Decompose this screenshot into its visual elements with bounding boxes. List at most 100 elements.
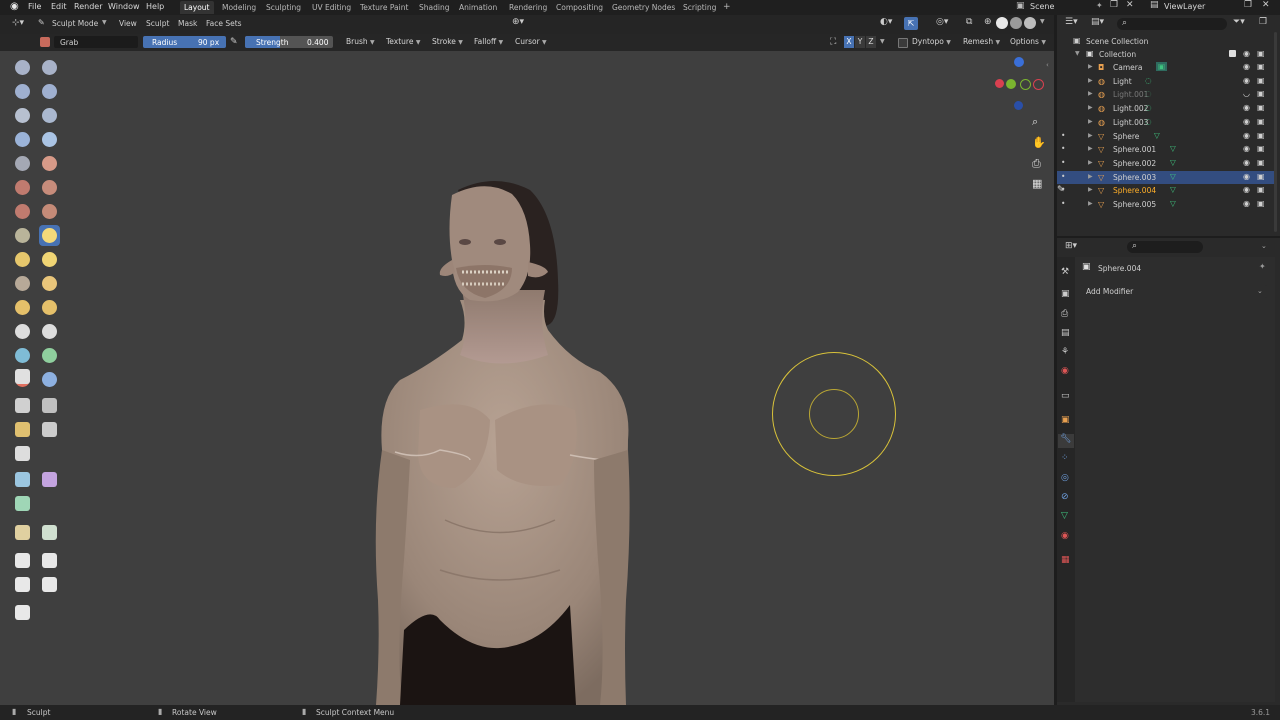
menu-edit[interactable]: Edit (51, 2, 67, 11)
menu-file[interactable]: File (28, 2, 41, 11)
scene-tab-icon[interactable]: ⚘ (1061, 347, 1069, 357)
visibility-eye-icon[interactable]: ◉ (1243, 185, 1250, 194)
blender-logo-icon[interactable]: ◉ (10, 1, 19, 12)
visibility-eye-icon[interactable]: ◉ (1243, 76, 1250, 85)
data-tab-icon[interactable]: ▽ (1061, 511, 1068, 521)
tool-rotate-icon[interactable] (39, 297, 60, 318)
tool-layer-icon[interactable] (39, 105, 60, 126)
3d-viewport[interactable]: ⌕ ✋ ⎙ ▦ ‹ (0, 51, 1054, 705)
render-tab-icon[interactable]: ▣ (1061, 289, 1070, 299)
rotate-icon[interactable] (39, 550, 60, 571)
expand-arrow-icon[interactable]: ▶ (1088, 90, 1093, 97)
pin-icon[interactable]: ✦ (1096, 1, 1103, 10)
remesh-dropdown[interactable]: Remesh ▼ (963, 37, 1000, 46)
transform-box-icon[interactable] (39, 574, 60, 595)
outliner-collection[interactable]: ▼ ▣ Collection ◉ ▣ (1057, 48, 1274, 61)
visibility-eye-icon[interactable]: ◡ (1243, 89, 1250, 98)
tool-draw-sharp-icon[interactable] (39, 57, 60, 78)
render-camera-icon[interactable]: ▣ (1257, 131, 1265, 140)
visibility-eye-icon[interactable]: ◉ (1243, 131, 1250, 140)
annotate-icon[interactable] (12, 602, 33, 623)
transform-icon[interactable] (12, 522, 33, 543)
outliner-item[interactable]: ▶ ◍ Light.003 ◌ ◉ ▣ (1057, 116, 1274, 129)
tool-crease-icon[interactable] (12, 153, 33, 174)
cursor-dropdown[interactable]: Cursor ▼ (515, 37, 547, 46)
workspace-tab-texture-paint[interactable]: Texture Paint (356, 1, 412, 14)
xray-toggle-icon[interactable]: ⧉ (966, 17, 972, 27)
shading-solid-icon[interactable] (996, 17, 1008, 29)
outliner-editor-type-icon[interactable]: ☰▾ (1065, 17, 1078, 27)
dyntopo-checkbox[interactable] (898, 38, 908, 48)
tool-scrape-icon[interactable] (12, 201, 33, 222)
symmetry-icon[interactable]: ⛶ (830, 37, 836, 47)
tool-clay-thumb-icon[interactable] (12, 105, 33, 126)
mode-dot-icon[interactable]: • (1061, 144, 1065, 153)
expand-arrow-icon[interactable]: ▶ (1088, 145, 1093, 152)
expand-arrow-icon[interactable]: ▶ (1088, 118, 1093, 125)
visibility-eye-icon[interactable]: ◉ (1243, 199, 1250, 208)
tool-clay-icon[interactable] (12, 81, 33, 102)
gizmo-z-axis[interactable] (1014, 57, 1024, 67)
visibility-eye-icon[interactable]: ◉ (1243, 49, 1250, 58)
outliner-item[interactable]: ▶ ◍ Light ◌ ◉ ▣ (1057, 75, 1274, 88)
outliner-item[interactable]: • ▶ ▽ Sphere ▽ ◉ ▣ (1057, 130, 1274, 143)
render-camera-icon[interactable]: ▣ (1257, 144, 1265, 153)
view-layer-name[interactable]: ViewLayer (1164, 2, 1205, 11)
editor-type-icon[interactable]: ⊹▾ (12, 18, 24, 28)
visibility-eye-icon[interactable]: ◉ (1243, 172, 1250, 181)
box-trim-icon[interactable] (12, 419, 33, 440)
pressure-pen-icon[interactable]: ✎ (230, 37, 238, 47)
workspace-tab-layout[interactable]: Layout (180, 1, 214, 14)
brush-dropdown[interactable]: Brush ▼ (346, 37, 375, 46)
tool-slide-relax-icon[interactable] (12, 321, 33, 342)
axis-y-toggle[interactable]: Y (855, 36, 865, 48)
filter-icon[interactable]: ⏷▾ (1233, 17, 1245, 27)
render-camera-icon[interactable]: ▣ (1257, 62, 1265, 71)
modifier-tab-icon[interactable]: 🔧︎ (1058, 434, 1074, 448)
radius-field[interactable]: Radius 90 px (143, 36, 226, 48)
outliner-search-input[interactable]: ⌕ (1117, 18, 1227, 30)
workspace-tab-modeling[interactable]: Modeling (218, 1, 260, 14)
tool-draw-icon[interactable] (12, 57, 33, 78)
tool-multiplane-scrape-icon[interactable] (39, 201, 60, 222)
outliner-scene-collection[interactable]: ▣ Scene Collection (1057, 35, 1274, 48)
brush-icon[interactable] (40, 37, 50, 47)
new-scene-icon[interactable]: ❐ (1110, 0, 1118, 10)
header-menu-face-sets[interactable]: Face Sets (206, 19, 242, 28)
visibility-eye-icon[interactable]: ◉ (1243, 103, 1250, 112)
gizmo-neg-y-axis[interactable] (1020, 79, 1031, 90)
tool-inflate-icon[interactable] (12, 129, 33, 150)
gizmo-neg-x-axis[interactable] (1033, 79, 1044, 90)
gizmo-y-axis[interactable] (1006, 79, 1016, 89)
color-filter-icon[interactable] (12, 469, 33, 490)
gizmo-neg-z-axis[interactable] (1014, 101, 1023, 110)
collection-tab-icon[interactable]: ▭ (1061, 391, 1070, 401)
cloth-filter-icon[interactable] (12, 443, 33, 464)
header-menu-sculpt[interactable]: Sculpt (146, 19, 169, 28)
box-mask-icon[interactable] (12, 395, 33, 416)
edit-face-set-icon[interactable] (39, 469, 60, 490)
expand-arrow-icon[interactable]: ▶ (1088, 173, 1093, 180)
mode-selector[interactable]: ✎ Sculpt Mode ▼ (36, 18, 111, 31)
new-view-layer-icon[interactable]: ❐ (1244, 0, 1252, 10)
add-modifier-dropdown[interactable]: Add Modifier ⌄ (1081, 285, 1267, 298)
menu-render[interactable]: Render (74, 2, 102, 11)
tool-pose-icon[interactable] (39, 273, 60, 294)
render-camera-icon[interactable]: ▣ (1257, 117, 1265, 126)
expand-arrow-icon[interactable]: ▶ (1088, 200, 1093, 207)
tool-pinch-icon[interactable] (12, 225, 33, 246)
collection-expand-icon[interactable]: ▼ (1075, 50, 1080, 57)
falloff-dropdown[interactable]: Falloff ▼ (474, 37, 503, 46)
visibility-eye-icon[interactable]: ◉ (1243, 158, 1250, 167)
outliner-item[interactable]: • ▶ ▽ Sphere.003 ▽ ◉ ▣ (1057, 170, 1274, 184)
brush-name-field[interactable]: Grab (54, 36, 138, 48)
add-workspace-button[interactable]: + (719, 1, 735, 14)
expand-arrow-icon[interactable]: ▶ (1088, 159, 1093, 166)
camera-view-icon[interactable]: ⎙ (1032, 157, 1041, 171)
workspace-tab-rendering[interactable]: Rendering (505, 1, 551, 14)
tool-snake-hook-icon[interactable] (39, 249, 60, 270)
render-camera-icon[interactable]: ▣ (1257, 158, 1265, 167)
texture-tab-icon[interactable]: ▦ (1061, 555, 1070, 565)
menu-help[interactable]: Help (146, 2, 164, 11)
tool-tab-icon[interactable]: ⚒ (1061, 267, 1069, 277)
